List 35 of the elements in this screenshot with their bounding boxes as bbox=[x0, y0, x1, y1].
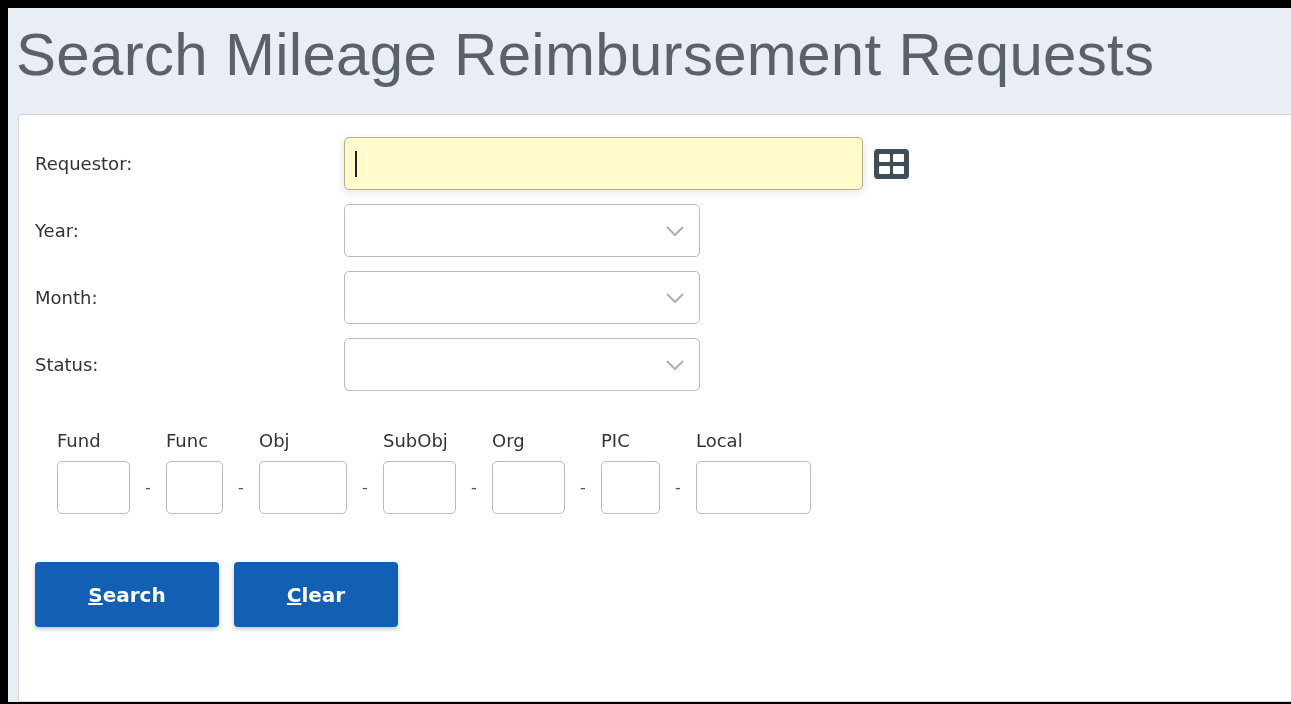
separator-dash: - bbox=[237, 477, 245, 499]
account-segment-input[interactable] bbox=[601, 461, 660, 514]
field-label: Status: bbox=[35, 353, 100, 377]
account-segment-input[interactable] bbox=[57, 461, 130, 514]
chevron-down-icon bbox=[665, 224, 685, 237]
account-segment-input[interactable] bbox=[492, 461, 565, 514]
account-segment-label: Local bbox=[696, 430, 743, 451]
action-button[interactable]: Clear bbox=[234, 562, 398, 627]
dropdown-field[interactable] bbox=[344, 271, 700, 324]
dropdown-field[interactable] bbox=[344, 338, 700, 391]
account-segment-input[interactable] bbox=[383, 461, 456, 514]
dropdown-field[interactable] bbox=[344, 204, 700, 257]
page-title: Search Mileage Reimbursement Requests bbox=[16, 22, 1156, 88]
table-lookup-icon[interactable] bbox=[873, 147, 910, 180]
account-segment-input[interactable] bbox=[696, 461, 811, 514]
chevron-down-icon bbox=[665, 358, 685, 371]
separator-dash: - bbox=[144, 477, 152, 499]
account-segment-label: Fund bbox=[57, 430, 101, 451]
account-segment-label: Func bbox=[166, 430, 209, 451]
field-label: Requestor: bbox=[35, 152, 134, 176]
action-button[interactable]: Search bbox=[35, 562, 219, 627]
account-segment-input[interactable] bbox=[259, 461, 347, 514]
account-segment-input[interactable] bbox=[166, 461, 223, 514]
chevron-down-icon bbox=[665, 291, 685, 304]
field-label: Month: bbox=[35, 286, 99, 310]
separator-dash: - bbox=[674, 477, 682, 499]
requestor-input[interactable] bbox=[344, 137, 863, 190]
account-segment-label: PIC bbox=[601, 430, 630, 451]
separator-dash: - bbox=[470, 477, 478, 499]
account-segment-label: Obj bbox=[259, 430, 290, 451]
account-segment-label: SubObj bbox=[383, 430, 448, 451]
separator-dash: - bbox=[579, 477, 587, 499]
account-segment-label: Org bbox=[492, 430, 525, 451]
field-label: Year: bbox=[35, 219, 80, 243]
separator-dash: - bbox=[361, 477, 369, 499]
